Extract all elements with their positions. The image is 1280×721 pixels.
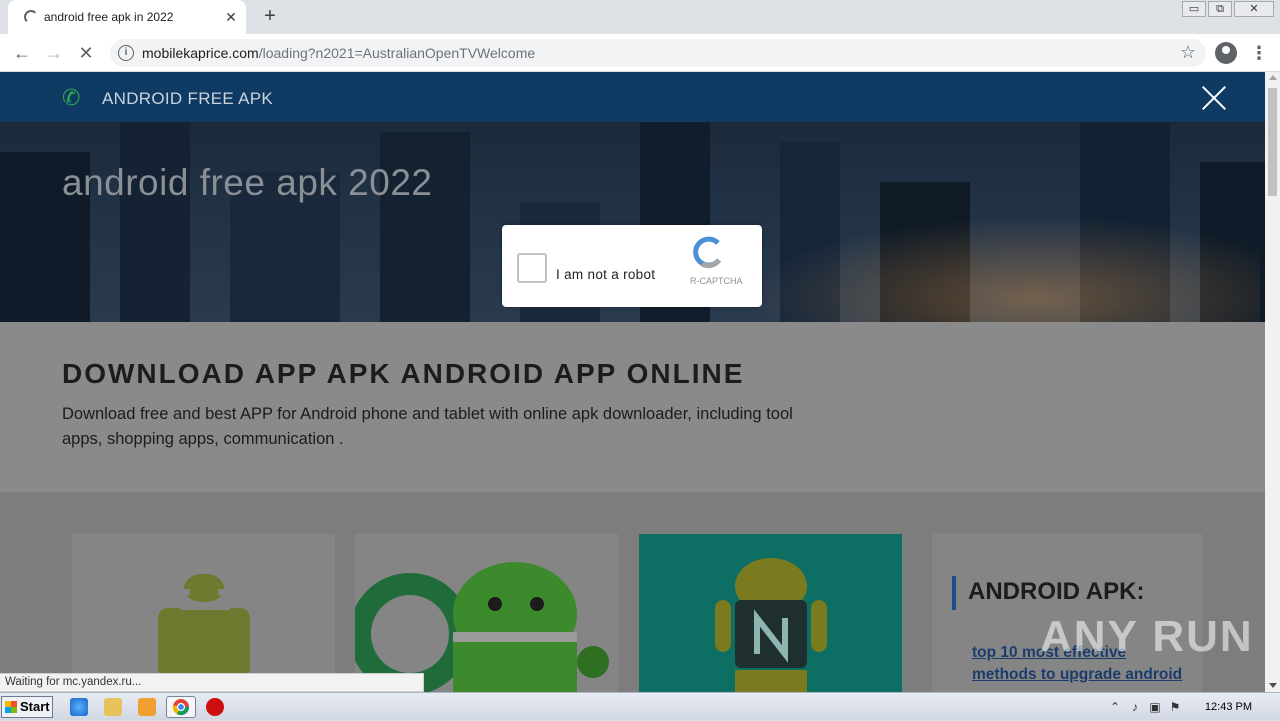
scrollbar-thumb[interactable] [1268, 88, 1277, 196]
url-host: mobilekaprice.com [142, 45, 259, 61]
page-scrollbar[interactable] [1265, 72, 1280, 692]
action-center-flag-icon[interactable]: ⚑ [1168, 700, 1182, 714]
sidebar-title: ANDROID APK: [968, 578, 1145, 605]
minimize-button[interactable]: ▭ [1182, 1, 1206, 17]
chrome-taskbar-button[interactable] [166, 696, 196, 718]
start-button[interactable]: Start [1, 696, 53, 718]
network-icon[interactable]: ▣ [1148, 700, 1162, 714]
android-q-icon [355, 562, 609, 692]
back-button[interactable]: ← [10, 41, 34, 65]
status-bubble: Waiting for mc.yandex.ru... [0, 673, 424, 692]
address-bar[interactable]: i mobilekaprice.com/loading?n2021=Austra… [110, 39, 1206, 67]
restore-button[interactable]: ⧉ [1208, 1, 1232, 17]
tab-strip: android free apk in 2022 ✕ + ▭ ⧉ ✕ [0, 0, 1280, 34]
new-tab-button[interactable]: + [258, 5, 282, 29]
section-heading: DOWNLOAD APP APK ANDROID APP ONLINE [62, 358, 745, 389]
captcha-checkbox[interactable] [517, 253, 547, 283]
site-info-icon[interactable]: i [118, 45, 134, 61]
explorer-taskbar-icon[interactable] [104, 698, 122, 716]
system-tray: ⌃ ♪ ▣ ⚑ 12:43 PM [1100, 693, 1280, 721]
site-header: ✆ ANDROID FREE APK [0, 72, 1265, 122]
forward-button[interactable]: → [42, 41, 66, 65]
start-label: Start [20, 699, 50, 714]
android-robot-icon [158, 574, 250, 678]
anyrun-watermark: ANY RUN [1040, 612, 1254, 661]
loading-spinner-icon [24, 10, 38, 24]
browser-tab[interactable]: android free apk in 2022 ✕ [8, 0, 246, 34]
captcha-brand: R-CAPTCHA [690, 276, 743, 286]
scroll-down-icon[interactable] [1269, 683, 1277, 688]
hero-title: android free apk 2022 [62, 162, 433, 203]
section-description: Download free and best APP for Android p… [62, 405, 793, 448]
app-card-android-n[interactable] [639, 534, 902, 692]
page-viewport: ✆ ANDROID FREE APK android free apk 2022… [0, 72, 1265, 692]
ie-taskbar-icon[interactable] [70, 698, 88, 716]
taskbar-clock[interactable]: 12:43 PM [1205, 693, 1252, 721]
tray-expand-icon[interactable]: ⌃ [1108, 700, 1122, 714]
window-close-button[interactable]: ✕ [1234, 1, 1274, 17]
browser-menu-button[interactable]: ⋮ [1250, 41, 1268, 65]
sidebar-title-accent [952, 576, 956, 610]
stop-loading-button[interactable]: ✕ [74, 41, 98, 65]
scroll-up-icon[interactable] [1269, 75, 1277, 80]
captcha-label: I am not a robot [556, 267, 656, 282]
captcha-logo-icon [693, 236, 722, 269]
browser-toolbar: ← → ✕ i mobilekaprice.com/loading?n2021=… [0, 34, 1280, 72]
overlay-close-icon[interactable] [1200, 84, 1228, 112]
phone-icon: ✆ [62, 85, 81, 110]
volume-icon[interactable]: ♪ [1128, 700, 1142, 714]
app-card-android[interactable] [72, 534, 335, 692]
url-path: /loading?n2021=AustralianOpenTVWelcome [258, 45, 536, 61]
windows-flag-icon [5, 701, 17, 713]
media-player-taskbar-icon[interactable] [138, 698, 156, 716]
os-taskbar: Start ⌃ ♪ ▣ ⚑ 12:43 PM [0, 692, 1280, 720]
android-n-icon [715, 558, 827, 692]
app-card-android-q[interactable] [355, 534, 618, 692]
tab-close-button[interactable]: ✕ [222, 8, 240, 26]
tab-title: android free apk in 2022 [44, 10, 174, 24]
opera-taskbar-icon[interactable] [206, 698, 224, 716]
chrome-icon [172, 699, 190, 716]
site-brand[interactable]: ANDROID FREE APK [102, 89, 273, 109]
profile-avatar-icon[interactable] [1215, 42, 1237, 64]
bookmark-star-icon[interactable]: ☆ [1180, 42, 1196, 63]
captcha-widget: I am not a robot R-CAPTCHA [502, 225, 762, 307]
url-text[interactable]: mobilekaprice.com/loading?n2021=Australi… [142, 45, 535, 61]
